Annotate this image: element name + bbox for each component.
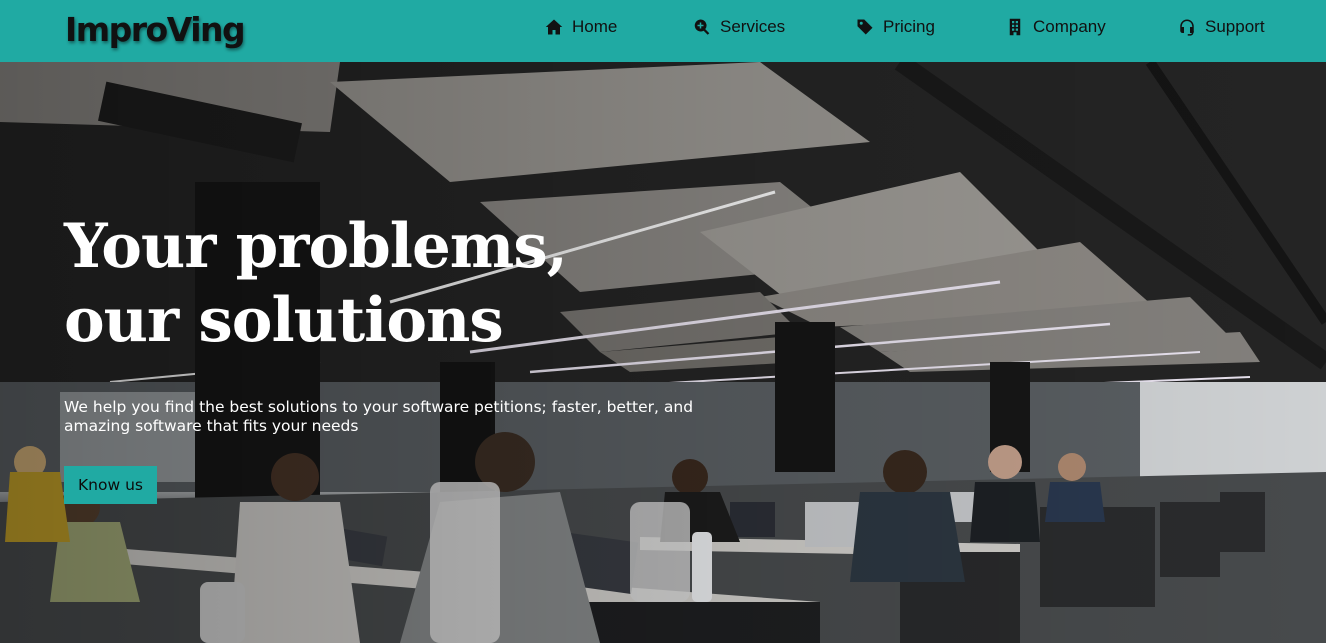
nav-company[interactable]: Company	[1006, 17, 1106, 37]
search-plus-icon	[694, 19, 710, 35]
hero-subtext: We help you find the best solutions to y…	[64, 398, 694, 435]
home-icon	[545, 19, 563, 35]
nav-support[interactable]: Support	[1178, 17, 1265, 37]
nav-pricing-label: Pricing	[883, 17, 935, 36]
nav-home[interactable]: Home	[545, 17, 617, 37]
headset-icon	[1180, 19, 1194, 36]
nav-company-label: Company	[1033, 17, 1106, 36]
hero-headline: Your problems, our solutions	[64, 210, 684, 358]
tag-icon	[857, 19, 873, 35]
know-us-button[interactable]: Know us	[64, 466, 157, 504]
nav-home-label: Home	[572, 17, 618, 36]
nav-services-label: Services	[720, 17, 786, 36]
top-navbar: ImproVing Home Services Pricing Company …	[0, 0, 1326, 62]
hero-headline-line1: Your problems,	[64, 211, 568, 282]
nav-support-label: Support	[1205, 17, 1265, 36]
building-icon	[1009, 18, 1021, 36]
hero-section: Your problems, our solutions We help you…	[0, 62, 1326, 643]
brand-logo[interactable]: ImproVing	[65, 10, 246, 49]
nav-services[interactable]: Services	[693, 17, 785, 37]
nav-pricing[interactable]: Pricing	[856, 17, 935, 37]
hero-headline-line2: our solutions	[64, 285, 504, 356]
